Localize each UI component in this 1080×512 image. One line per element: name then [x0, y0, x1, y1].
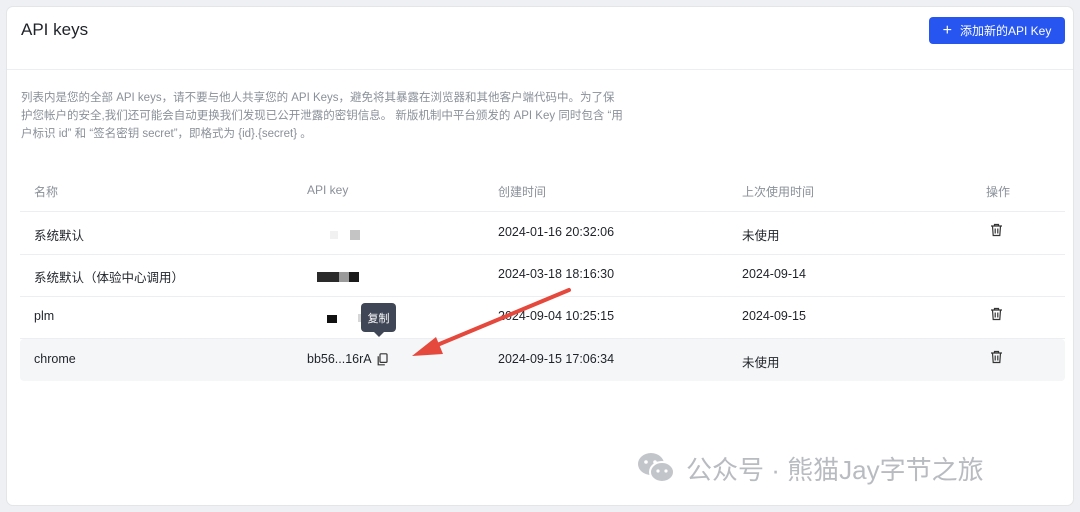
- card-header: API keys + 添加新的API Key: [7, 7, 1073, 70]
- watermark-text: 公众号 · 熊猫Jay字节之旅: [686, 454, 984, 485]
- api-key-cell: bb56...16rA: [307, 352, 388, 366]
- add-api-key-label: 添加新的API Key: [959, 24, 1052, 38]
- description-line: 户标识 id” 和 “签名密钥 secret”，即格式为 {id}.{secre…: [21, 128, 312, 140]
- key-name: chrome: [34, 352, 76, 366]
- table-row: 系统默认（体验中心调用） 2024-03-18 18:16:30 2024-09…: [20, 254, 1065, 297]
- api-keys-card: API keys + 添加新的API Key 列表内是您的全部 API keys…: [7, 7, 1073, 505]
- last-used-time: 2024-09-15: [742, 309, 806, 323]
- table-row: plm 2024-09-04 10:25:15 2024-09-15: [20, 296, 1065, 339]
- add-api-key-button[interactable]: + 添加新的API Key: [929, 17, 1065, 44]
- description-text: 列表内是您的全部 API keys，请不要与他人共享您的 API Keys，避免…: [21, 89, 649, 143]
- last-used-time: 未使用: [742, 356, 780, 370]
- column-name: 名称: [34, 185, 59, 199]
- api-key-value: bb56...16rA: [307, 352, 372, 366]
- last-used-time: 2024-09-14: [742, 267, 806, 281]
- trash-icon[interactable]: [990, 223, 1003, 237]
- key-name: 系统默认: [34, 229, 85, 243]
- column-actions: 操作: [986, 185, 1011, 199]
- last-used-time: 未使用: [742, 229, 780, 243]
- table-row: 系统默认 2024-01-16 20:32:06 未使用: [20, 212, 1065, 255]
- copy-tooltip: 复制: [361, 303, 396, 337]
- created-time: 2024-09-15 17:06:34: [498, 352, 615, 366]
- trash-icon[interactable]: [990, 307, 1003, 321]
- column-created: 创建时间: [498, 185, 547, 199]
- description-line: 护您帐户的安全,我们还可能会自动更换我们发现已公开泄露的密钥信息。 新版机制中平…: [21, 110, 623, 122]
- created-time: 2024-09-04 10:25:15: [498, 309, 615, 323]
- page-title: API keys: [21, 20, 89, 39]
- created-time: 2024-01-16 20:32:06: [498, 225, 615, 239]
- created-time: 2024-03-18 18:16:30: [498, 267, 615, 281]
- plus-icon: +: [942, 21, 952, 39]
- key-name: 系统默认（体验中心调用）: [34, 271, 185, 285]
- wechat-icon: [636, 451, 676, 485]
- column-api-key: API key: [307, 183, 349, 197]
- watermark: 公众号 · 熊猫Jay字节之旅: [636, 448, 984, 488]
- trash-icon[interactable]: [990, 350, 1003, 364]
- table-header: 名称 API key 创建时间 上次使用时间 操作: [20, 171, 1065, 212]
- description-line: 列表内是您的全部 API keys，请不要与他人共享您的 API Keys，避免…: [21, 92, 615, 104]
- column-last-used: 上次使用时间: [742, 185, 815, 199]
- table-row: chrome bb56...16rA 2024-09-15 17:06:34 未…: [20, 339, 1065, 381]
- copy-icon[interactable]: [377, 352, 388, 366]
- key-name: plm: [34, 309, 55, 323]
